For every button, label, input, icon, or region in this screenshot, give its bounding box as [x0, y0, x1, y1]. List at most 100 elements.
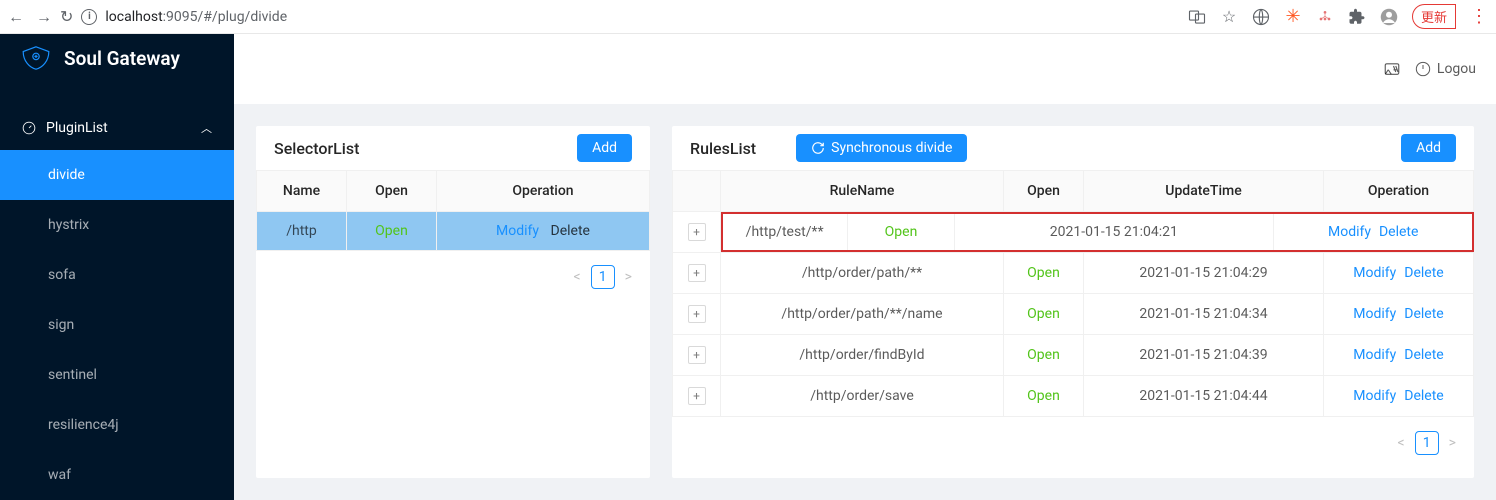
col-rulename: RuleName: [721, 171, 1004, 212]
expand-button[interactable]: +: [688, 346, 706, 364]
selector-operation: Modify Delete: [437, 212, 650, 251]
rule-operation: Modify Delete: [1324, 335, 1474, 376]
rule-operation: Modify Delete: [1324, 294, 1474, 335]
extension-icon[interactable]: [1348, 8, 1366, 26]
delete-link[interactable]: Delete: [551, 223, 590, 239]
rule-open: Open: [1004, 294, 1084, 335]
rule-open: Open: [1004, 335, 1084, 376]
topbar: Logou: [234, 34, 1496, 104]
modify-link[interactable]: Modify: [1328, 224, 1371, 240]
sidebar-item-sign[interactable]: sign: [0, 300, 234, 350]
sync-label: Synchronous divide: [831, 140, 952, 156]
selector-pagination: < 1 >: [256, 251, 650, 303]
sidebar-item-label: hystrix: [48, 217, 89, 233]
sidebar-item-sentinel[interactable]: sentinel: [0, 350, 234, 400]
selector-row[interactable]: /http Open Modify Delete: [257, 212, 650, 251]
star-icon[interactable]: ☆: [1220, 8, 1238, 26]
dashboard-icon: [22, 121, 36, 135]
col-expand: [673, 171, 721, 212]
highlighted-rule: /http/test/**Open2021-01-15 21:04:21Modi…: [721, 212, 1474, 252]
page-number[interactable]: 1: [1415, 431, 1439, 455]
sidebar-item-sofa[interactable]: sofa: [0, 250, 234, 300]
rule-name: /http/order/save: [721, 376, 1004, 417]
logo-area: Soul Gateway: [0, 34, 234, 82]
sidebar-item-divide[interactable]: divide: [0, 150, 234, 200]
app-title: Soul Gateway: [64, 47, 180, 70]
delete-link[interactable]: Delete: [1404, 347, 1443, 363]
rule-open: Open: [848, 213, 954, 252]
selector-name: /http: [257, 212, 347, 251]
logout-link[interactable]: Logou: [1415, 61, 1476, 77]
info-icon: i: [81, 9, 97, 25]
sidebar-item-resilience4j[interactable]: resilience4j: [0, 400, 234, 450]
expand-cell: +: [673, 212, 721, 253]
sidebar-item-waf[interactable]: waf: [0, 450, 234, 500]
rules-table: RuleName Open UpdateTime Operation +/htt…: [672, 170, 1474, 417]
url-port: :9095: [163, 9, 198, 25]
back-arrow-icon[interactable]: ←: [8, 7, 24, 27]
add-rule-button[interactable]: Add: [1401, 134, 1456, 162]
prev-page-icon[interactable]: <: [574, 269, 581, 285]
rules-pagination: < 1 >: [672, 417, 1474, 469]
language-icon[interactable]: [1383, 60, 1401, 78]
selector-panel-title: SelectorList: [274, 139, 359, 158]
modify-link[interactable]: Modify: [1353, 388, 1396, 404]
expand-cell: +: [673, 376, 721, 417]
page-number[interactable]: 1: [591, 265, 615, 289]
forward-arrow-icon[interactable]: →: [36, 7, 52, 27]
logout-icon: [1415, 61, 1431, 77]
expand-button[interactable]: +: [688, 264, 706, 282]
rule-open: Open: [1004, 253, 1084, 294]
col-open: Open: [347, 171, 437, 212]
next-page-icon[interactable]: >: [1449, 435, 1456, 451]
hierarchy-icon[interactable]: [1316, 8, 1334, 26]
modify-link[interactable]: Modify: [1353, 306, 1396, 322]
browser-bar: ← → ↻ i localhost:9095/#/plug/divide ☆ ✳…: [0, 0, 1496, 34]
sync-button[interactable]: Synchronous divide: [796, 134, 967, 162]
sidebar-item-label: divide: [48, 167, 85, 183]
rule-time: 2021-01-15 21:04:29: [1084, 253, 1324, 294]
reload-icon[interactable]: ↻: [60, 7, 73, 26]
rule-operation: Modify Delete: [1273, 213, 1473, 252]
expand-button[interactable]: +: [688, 223, 706, 241]
delete-link[interactable]: Delete: [1404, 388, 1443, 404]
profile-icon[interactable]: [1380, 8, 1398, 26]
expand-button[interactable]: +: [688, 305, 706, 323]
logout-label: Logou: [1437, 61, 1476, 77]
url-path: /#/plug/divide: [198, 9, 288, 25]
delete-link[interactable]: Delete: [1404, 306, 1443, 322]
rule-name: /http/order/path/**/name: [721, 294, 1004, 335]
rule-row: +/http/order/path/**/nameOpen2021-01-15 …: [673, 294, 1474, 335]
selector-open: Open: [347, 212, 437, 251]
rule-row: + /http/test/**Open2021-01-15 21:04:21Mod…: [673, 212, 1474, 253]
browser-menu-icon[interactable]: ⋮: [1470, 6, 1488, 27]
sidebar-section-label: PluginList: [46, 120, 108, 136]
delete-link[interactable]: Delete: [1379, 224, 1418, 240]
url-bar[interactable]: i localhost:9095/#/plug/divide: [81, 9, 287, 25]
col-operation: Operation: [1324, 171, 1474, 212]
prev-page-icon[interactable]: <: [1398, 435, 1405, 451]
rule-name: /http/order/findById: [721, 335, 1004, 376]
rule-time: 2021-01-15 21:04:39: [1084, 335, 1324, 376]
translate-icon[interactable]: [1188, 8, 1206, 26]
update-button[interactable]: 更新: [1412, 4, 1456, 29]
sidebar-item-label: sentinel: [48, 367, 97, 383]
rule-name: /http/test/**: [722, 213, 848, 252]
col-name: Name: [257, 171, 347, 212]
sidebar-item-label: sofa: [48, 267, 76, 283]
modify-link[interactable]: Modify: [1353, 347, 1396, 363]
delete-link[interactable]: Delete: [1404, 265, 1443, 281]
next-page-icon[interactable]: >: [625, 269, 632, 285]
selector-panel: SelectorList Add Name Open Operation: [256, 126, 650, 478]
modify-link[interactable]: Modify: [1353, 265, 1396, 281]
col-operation: Operation: [437, 171, 650, 212]
expand-button[interactable]: +: [688, 387, 706, 405]
add-selector-button[interactable]: Add: [577, 134, 632, 162]
sidebar-item-hystrix[interactable]: hystrix: [0, 200, 234, 250]
selector-table: Name Open Operation /http Open Modify De…: [256, 170, 650, 251]
sidebar-section-pluginlist[interactable]: PluginList ︿: [0, 106, 234, 150]
sidebar-item-label: sign: [48, 317, 74, 333]
colorful-icon[interactable]: ✳: [1284, 8, 1302, 26]
globe-icon[interactable]: [1252, 8, 1270, 26]
modify-link[interactable]: Modify: [496, 223, 539, 239]
